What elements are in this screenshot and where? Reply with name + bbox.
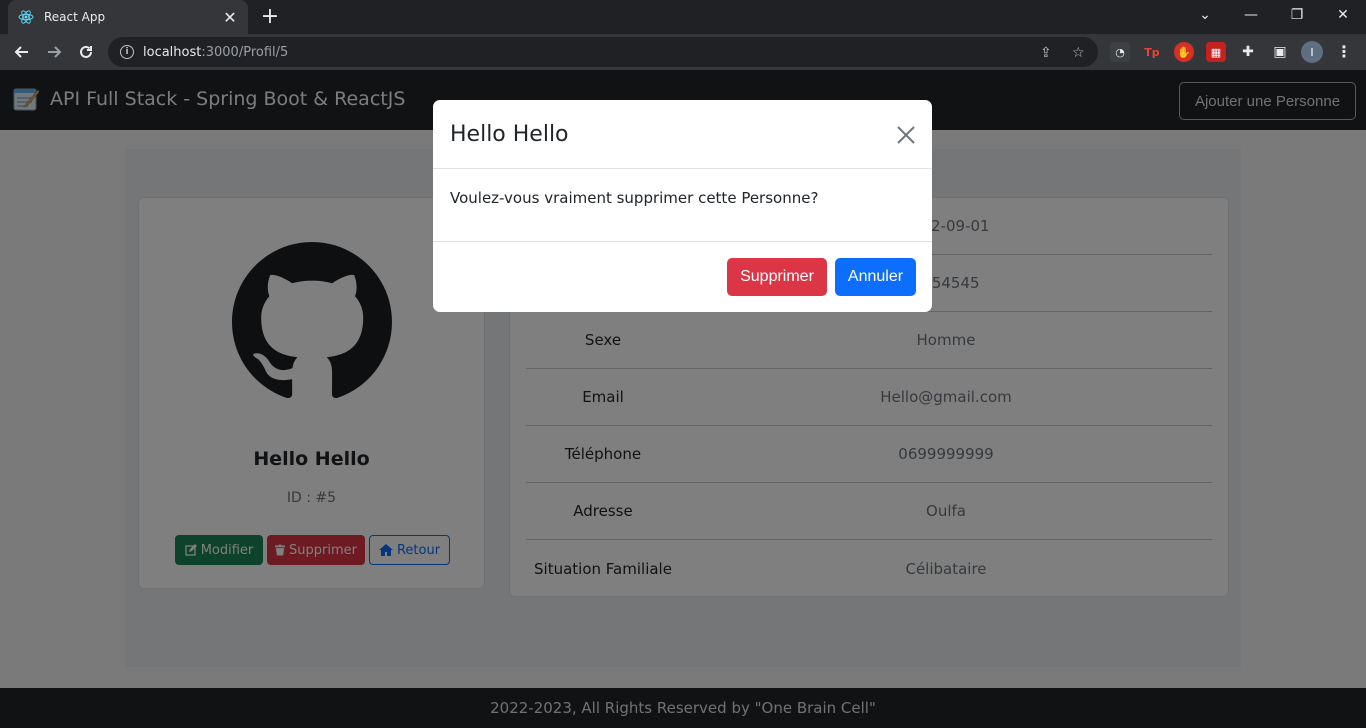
tab-close-icon[interactable]: ✕ [222, 8, 238, 27]
tp-extension-icon[interactable]: Tp [1142, 42, 1162, 62]
cancel-button[interactable]: Annuler [835, 258, 916, 296]
confirm-delete-button[interactable]: Supprimer [727, 258, 827, 296]
modal-header: Hello Hello [433, 100, 932, 169]
delete-confirm-modal: Hello Hello Voulez-vous vraiment supprim… [433, 100, 932, 312]
modal-footer: Supprimer Annuler [433, 241, 932, 312]
dashboard-extension-icon[interactable]: ◔ [1110, 42, 1130, 62]
tab-search-icon[interactable]: ⌄ [1182, 0, 1228, 30]
site-info-icon[interactable]: i [120, 45, 134, 59]
forward-arrow-icon[interactable] [40, 38, 68, 66]
back-arrow-icon[interactable] [8, 38, 36, 66]
side-panel-icon[interactable]: ▣ [1270, 42, 1290, 62]
extensions-puzzle-icon[interactable]: ✚ [1238, 42, 1258, 62]
profile-avatar[interactable]: I [1301, 41, 1323, 63]
browser-toolbar: i localhost:3000/Profil/5 ⇪ ☆ ◔ Tp ✋ ▦ ✚… [0, 34, 1366, 70]
browser-menu-icon[interactable]: ⋮ [1336, 42, 1352, 61]
url-host: localhost [143, 44, 202, 60]
minimize-icon[interactable]: — [1228, 0, 1274, 30]
new-tab-icon[interactable]: + [258, 4, 282, 30]
react-icon [18, 10, 34, 24]
browser-tab[interactable]: React App ✕ [8, 0, 248, 34]
restore-icon[interactable]: ❐ [1274, 0, 1320, 30]
bookmark-star-icon[interactable]: ☆ [1072, 45, 1085, 61]
share-icon[interactable]: ⇪ [1040, 45, 1052, 61]
url-path: :3000/Profil/5 [201, 44, 289, 60]
address-bar[interactable]: i localhost:3000/Profil/5 ⇪ ☆ [108, 37, 1098, 67]
modal-message: Voulez-vous vraiment supprimer cette Per… [450, 189, 819, 207]
modal-title: Hello Hello [450, 122, 569, 147]
browser-tab-bar: React App ✕ + ⌄ — ❐ ✕ [0, 0, 1366, 34]
window-close-icon[interactable]: ✕ [1320, 0, 1366, 30]
red-extension-icon[interactable]: ▦ [1206, 42, 1226, 62]
adblock-extension-icon[interactable]: ✋ [1174, 42, 1194, 62]
reload-icon[interactable] [72, 38, 100, 66]
close-icon[interactable] [895, 124, 917, 146]
tab-title: React App [44, 10, 106, 24]
